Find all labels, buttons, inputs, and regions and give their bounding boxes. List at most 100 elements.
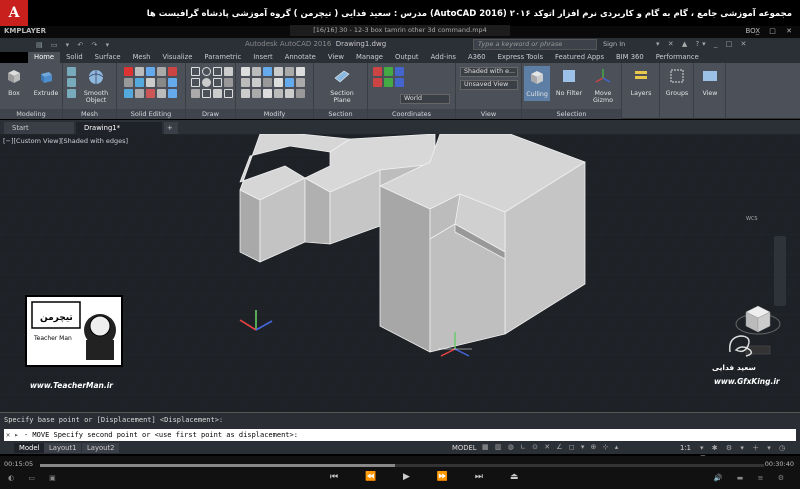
player-brand: KMPLAYER [4,27,46,35]
groups-button[interactable]: Groups [662,66,692,97]
tab-performance[interactable]: Performance [650,52,705,63]
no-filter-button[interactable]: No Filter [554,66,584,97]
saved-view-dropdown[interactable]: Unsaved View [460,80,518,90]
viewport-controls-label[interactable]: [−][Custom View][Shaded with edges] [3,137,128,145]
tab-home[interactable]: Home [28,52,61,63]
help-icons[interactable]: ▾ ✕ ▲ ?▾ _ □ ✕ [656,40,749,48]
document-tabs: Start Drawing1* + [0,120,800,134]
tab-featured-apps[interactable]: Featured Apps [549,52,610,63]
playback-buttons[interactable]: ⏮ ⏪ ▶ ⏩ ⏭ ⏏ [330,472,530,482]
layers-button[interactable]: Layers [626,66,656,97]
panel-mesh: Smooth Object Mesh [63,63,117,119]
tab-insert[interactable]: Insert [247,52,279,63]
player-controls: 00:15:05 00:30:40 ◐ ▭ ▣ ⏮ ⏪ ▶ ⏩ ⏭ ⏏ 🔊 ▬ … [0,456,800,489]
gfxking-url: www.GfxKing.ir [714,377,780,386]
panel-title-draw: Draw [186,109,235,119]
sign-in-button[interactable]: Sign In [603,40,625,48]
panel-title-modify: Modify [236,109,313,119]
panel-viewbtn: View [694,63,726,119]
tab-model[interactable]: Model [14,443,45,453]
culling-icon [531,71,543,84]
navigation-bar[interactable] [774,236,786,306]
mesh-tool-icon[interactable] [67,67,76,76]
panel-view: Shaded with e... Unsaved View View [456,63,522,119]
teacherman-logo: تیچرمن Teacher Man [25,295,123,367]
box-button[interactable]: Box [4,66,24,97]
mesh-tool-icon[interactable] [67,78,76,87]
section-plane-button[interactable]: Section Plane [324,66,360,104]
panel-title-solid-editing: Solid Editing [117,109,185,119]
command-line: Specify base point or [Displacement] <Di… [0,412,800,442]
tab-visualize[interactable]: Visualize [156,52,198,63]
tab-drawing1[interactable]: Drawing1* [76,122,162,134]
panel-title-view: View [456,109,521,119]
signature-logo [728,335,753,357]
application-menu-button[interactable]: A [0,0,28,26]
ucs-world-dropdown[interactable]: World [400,94,450,104]
layers-icon [635,71,647,79]
tab-bim360[interactable]: BIM 360 [610,52,650,63]
quick-access-toolbar[interactable]: ▤ ▭ ▾ ↶ ↷ ▾ [36,41,112,49]
panel-title-selection: Selection [522,109,621,119]
panel-selection: Culling No Filter Move Gizmo Selection [522,63,622,119]
status-bar: Model Layout1 Layout2 MODEL ▦ ▥ ◍ ∟ ⊙ ✕ … [0,442,800,461]
mesh-tool-icon[interactable] [67,89,76,98]
gizmo-icon [595,69,611,83]
panel-section: Section Plane Section [314,63,368,119]
tab-a360[interactable]: A360 [462,52,492,63]
draw-tools[interactable] [191,67,233,98]
teacherman-url: www.TeacherMan.ir [30,381,114,390]
autocad-titlebar: ▤ ▭ ▾ ↶ ↷ ▾ Autodesk AutoCAD 2016 Drawin… [0,38,800,52]
help-search-input[interactable]: Type a keyword or phrase [473,39,597,50]
player-left-buttons[interactable]: ◐ ▭ ▣ [8,474,62,482]
tab-annotate[interactable]: Annotate [279,52,322,63]
tab-mesh[interactable]: Mesh [127,52,157,63]
ucs-tools[interactable] [373,67,404,87]
panel-solid-editing: Solid Editing [117,63,186,119]
tab-output[interactable]: Output [389,52,425,63]
time-elapsed: 00:15:05 [4,460,34,468]
panel-groups: Groups [660,63,694,119]
mesh-tools[interactable] [67,67,76,98]
annotation-scale[interactable]: 1:1 [680,444,691,452]
panel-coordinates: World Coordinates [368,63,456,119]
modify-tools[interactable] [241,67,305,98]
author-name: سعید فدایی [712,363,756,372]
smooth-object-button[interactable]: Smooth Object [81,66,111,104]
seek-progress [40,464,395,467]
smooth-mesh-icon [88,70,104,84]
tab-layout2[interactable]: Layout2 [82,443,120,453]
seek-bar[interactable] [40,464,764,467]
visual-style-dropdown[interactable]: Shaded with e... [460,67,518,77]
solid-editing-tools[interactable] [124,67,177,98]
window-controls[interactable]: _ □ ✕ [756,27,796,35]
tab-parametric[interactable]: Parametric [198,52,247,63]
tab-start[interactable]: Start [4,122,74,134]
command-tools-icon[interactable]: ✕ ▸ [6,429,19,441]
app-title: Autodesk AutoCAD 2016 Drawing1.dwg [245,40,387,48]
tab-view[interactable]: View [322,52,350,63]
culling-button[interactable]: Culling [524,66,550,101]
extrude-icon [41,72,52,83]
tab-surface[interactable]: Surface [89,52,127,63]
player-file-title: [16/16] 30 - 12-3 box tamrin other 3d co… [290,25,510,36]
status-toggle-icons[interactable]: ▦ ▥ ◍ ∟ ⊙ ✕ ∠ ◻ ▾ ⊕ ⊹ ▴ [482,443,620,451]
player-right-buttons[interactable]: 🔊 ▬ ≡ ⚙ [714,474,790,482]
wcs-label[interactable]: WCS [746,216,758,222]
svg-text:تیچرمن: تیچرمن [40,313,73,323]
view-button[interactable]: View [696,66,724,97]
command-input[interactable]: ✕ ▸ - MOVE Specify second point or <use … [4,429,796,441]
new-tab-button[interactable]: + [164,122,178,134]
tab-addins[interactable]: Add-ins [425,52,462,63]
move-gizmo-button[interactable]: Move Gizmo [588,66,618,104]
model-space-toggle[interactable]: MODEL [452,444,477,452]
tab-express-tools[interactable]: Express Tools [492,52,549,63]
banner-title: مجموعه آموزشی جامع ، گام به گام و کاربرد… [146,9,792,19]
svg-text:Teacher Man: Teacher Man [33,335,72,342]
tab-manage[interactable]: Manage [350,52,389,63]
command-history: Specify base point or [Displacement] <Di… [4,416,224,424]
tab-solid[interactable]: Solid [60,52,89,63]
panel-modeling: Box Extrude Modeling [0,63,63,119]
extrude-button[interactable]: Extrude [32,66,60,97]
tab-layout1[interactable]: Layout1 [44,443,82,453]
